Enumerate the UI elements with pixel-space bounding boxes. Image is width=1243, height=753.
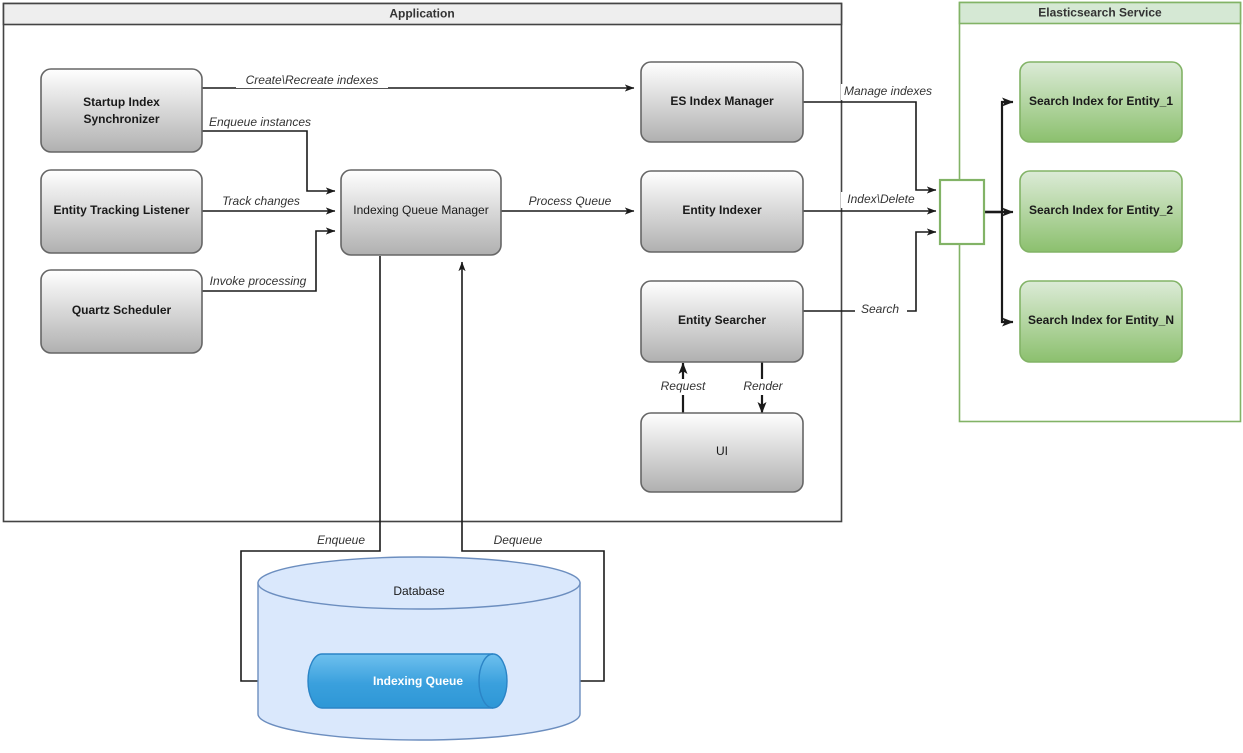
database-label: Database: [393, 584, 445, 598]
edge-enqueue-label: Enqueue: [317, 533, 365, 547]
node-search-index-entity-n[interactable]: Search Index for Entity_N: [1019, 280, 1183, 363]
node-quartz-scheduler[interactable]: Quartz Scheduler: [40, 269, 203, 354]
edge-create-recreate-indexes: Create\Recreate indexes: [202, 72, 635, 92]
junction-box: [938, 178, 986, 246]
edge-process-queue: Process Queue: [501, 194, 635, 215]
edge-invoke-processing-label: Invoke processing: [210, 274, 307, 288]
edge-manage-indexes-label: Manage indexes: [844, 84, 932, 98]
edge-track-changes: Track changes: [202, 194, 336, 215]
node-database[interactable]: Database: [257, 556, 581, 741]
edge-request: Request: [652, 362, 714, 415]
es-index-manager-label: ES Index Manager: [670, 94, 774, 108]
edge-render-label: Render: [743, 379, 783, 393]
node-search-index-entity-1[interactable]: Search Index for Entity_1: [1019, 61, 1183, 143]
search-index-entity-1-label: Search Index for Entity_1: [1029, 94, 1173, 108]
edge-index-delete: Index\Delete: [803, 192, 937, 215]
edge-search-label: Search: [861, 302, 899, 316]
node-entity-indexer[interactable]: Entity Indexer: [640, 170, 804, 253]
indexing-queue-label: Indexing Queue: [373, 674, 463, 688]
node-entity-tracking-listener[interactable]: Entity Tracking Listener: [40, 169, 203, 254]
edge-render: Render: [734, 361, 792, 414]
node-indexing-queue[interactable]: Indexing Queue: [307, 653, 508, 709]
entity-indexer-label: Entity Indexer: [682, 203, 762, 217]
architecture-diagram: Application Elasticsearch Service Create…: [0, 0, 1243, 753]
edge-create-recreate-indexes-label: Create\Recreate indexes: [246, 73, 379, 87]
search-index-entity-2-label: Search Index for Entity_2: [1029, 203, 1173, 217]
search-index-entity-n-label: Search Index for Entity_N: [1028, 313, 1174, 327]
junction-box-rect: [938, 178, 986, 246]
edge-junction-to-index-1-line: [984, 97, 1014, 214]
edge-search-line: [803, 228, 937, 312]
startup-index-synchronizer-label-line1: Startup Index: [83, 95, 160, 109]
indexing-queue-manager-label: Indexing Queue Manager: [353, 203, 488, 217]
edge-index-delete-label: Index\Delete: [847, 192, 915, 206]
node-search-index-entity-2[interactable]: Search Index for Entity_2: [1019, 170, 1183, 253]
edge-junction-to-index-n-line: [984, 210, 1014, 327]
edge-junction-to-index-n: [984, 210, 1014, 327]
diagram-canvas: Application Elasticsearch Service Create…: [2, 1, 1242, 741]
node-startup-index-synchronizer[interactable]: Startup Index Synchronizer: [40, 68, 203, 153]
node-es-index-manager[interactable]: ES Index Manager: [640, 61, 804, 143]
edge-enqueue-instances-label: Enqueue instances: [209, 115, 311, 129]
elasticsearch-title: Elasticsearch Service: [1038, 6, 1162, 20]
application-title: Application: [389, 7, 454, 21]
entity-searcher-label: Entity Searcher: [678, 313, 766, 327]
edge-search: Search: [803, 228, 937, 318]
startup-index-synchronizer-label-line2: Synchronizer: [83, 112, 159, 126]
edge-dequeue-label: Dequeue: [494, 533, 543, 547]
edge-enqueue-instances: Enqueue instances: [202, 114, 336, 195]
node-ui[interactable]: UI: [640, 412, 804, 493]
startup-index-synchronizer-box[interactable]: [40, 68, 203, 153]
edge-request-label: Request: [661, 379, 706, 393]
entity-tracking-listener-label: Entity Tracking Listener: [53, 203, 189, 217]
node-entity-searcher[interactable]: Entity Searcher: [640, 280, 804, 363]
node-indexing-queue-manager[interactable]: Indexing Queue Manager: [340, 169, 502, 256]
database-cylinder-top: [257, 556, 581, 610]
edge-invoke-processing: Invoke processing: [202, 227, 336, 292]
edge-junction-to-index-1: [984, 97, 1014, 214]
edge-track-changes-label: Track changes: [222, 194, 300, 208]
edge-enqueue-instances-line: [202, 130, 336, 195]
edge-process-queue-label: Process Queue: [529, 194, 612, 208]
edge-manage-indexes: Manage indexes: [803, 84, 945, 194]
quartz-scheduler-label: Quartz Scheduler: [72, 303, 172, 317]
ui-label: UI: [716, 444, 728, 458]
edge-manage-indexes-line: [803, 101, 937, 194]
